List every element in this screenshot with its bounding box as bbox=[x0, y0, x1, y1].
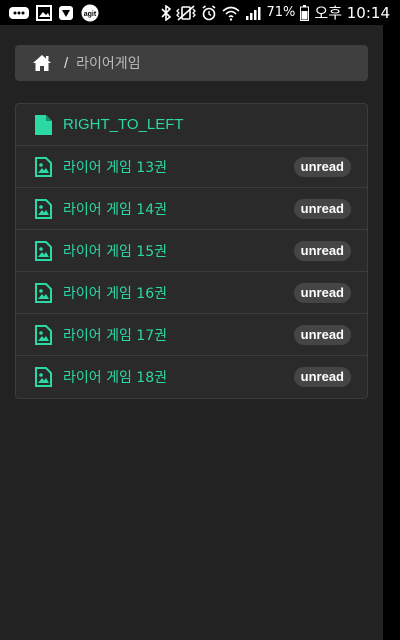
breadcrumb: / 라이어게임 bbox=[15, 45, 368, 81]
list-item[interactable]: 라이어 게임 15권 unread bbox=[16, 230, 367, 272]
breadcrumb-current: 라이어게임 bbox=[76, 56, 141, 72]
image-file-icon bbox=[35, 156, 52, 177]
image-file-icon bbox=[35, 282, 52, 303]
home-icon[interactable] bbox=[32, 54, 52, 72]
breadcrumb-separator: / bbox=[64, 54, 69, 72]
alarm-icon bbox=[201, 4, 217, 21]
list-item-label: 라이어 게임 14권 bbox=[63, 201, 167, 218]
screen-edge bbox=[383, 25, 400, 640]
list-item-label: RIGHT_TO_LEFT bbox=[63, 116, 184, 133]
messages-icon bbox=[8, 5, 30, 21]
file-icon bbox=[35, 114, 52, 135]
unread-badge: unread bbox=[293, 198, 351, 219]
battery-icon bbox=[300, 4, 310, 21]
list-item[interactable]: 라이어 게임 16권 unread bbox=[16, 272, 367, 314]
list-item[interactable]: 라이어 게임 14권 unread bbox=[16, 188, 367, 230]
unread-badge: unread bbox=[293, 367, 351, 387]
agit-icon-text: agit bbox=[84, 11, 97, 18]
gallery-icon bbox=[36, 4, 52, 21]
battery-percent: 71% bbox=[266, 5, 296, 20]
system-icons: 71% 오후 10:14 bbox=[161, 2, 400, 23]
list-item[interactable]: 라이어 게임 18권 unread bbox=[16, 356, 367, 398]
notification-icons: agit bbox=[0, 4, 100, 22]
unread-badge: unread bbox=[293, 156, 351, 177]
list-item[interactable]: 라이어 게임 13권 unread bbox=[16, 146, 367, 188]
clock: 오후 10:14 bbox=[314, 4, 390, 22]
unread-badge: unread bbox=[293, 282, 351, 303]
file-list: RIGHT_TO_LEFT 라이어 게임 13권 unread 라이어 게임 1… bbox=[15, 103, 368, 399]
agit-icon: agit bbox=[80, 4, 100, 22]
image-file-icon bbox=[35, 324, 52, 345]
bluetooth-icon bbox=[161, 4, 172, 21]
list-item[interactable]: 라이어 게임 17권 unread bbox=[16, 314, 367, 356]
image-file-icon bbox=[35, 240, 52, 261]
image-file-icon bbox=[35, 367, 52, 387]
list-item[interactable]: RIGHT_TO_LEFT bbox=[16, 104, 367, 146]
list-item-label: 라이어 게임 18권 bbox=[63, 370, 167, 386]
image-file-icon bbox=[35, 198, 52, 219]
unread-badge: unread bbox=[293, 324, 351, 345]
vibrate-icon bbox=[176, 4, 197, 21]
unread-badge: unread bbox=[293, 240, 351, 261]
app-screen: / 라이어게임 RIGHT_TO_LEFT 라이어 게임 13권 unread … bbox=[0, 25, 383, 640]
signal-icon bbox=[245, 5, 261, 21]
list-item-label: 라이어 게임 15권 bbox=[63, 243, 167, 260]
list-item-label: 라이어 게임 16권 bbox=[63, 285, 167, 302]
shopping-icon bbox=[58, 5, 74, 21]
list-item-label: 라이어 게임 13권 bbox=[63, 159, 167, 176]
list-item-label: 라이어 게임 17권 bbox=[63, 327, 167, 344]
wifi-icon bbox=[222, 5, 241, 21]
status-bar: agit 71% 오후 10:14 bbox=[0, 0, 400, 25]
